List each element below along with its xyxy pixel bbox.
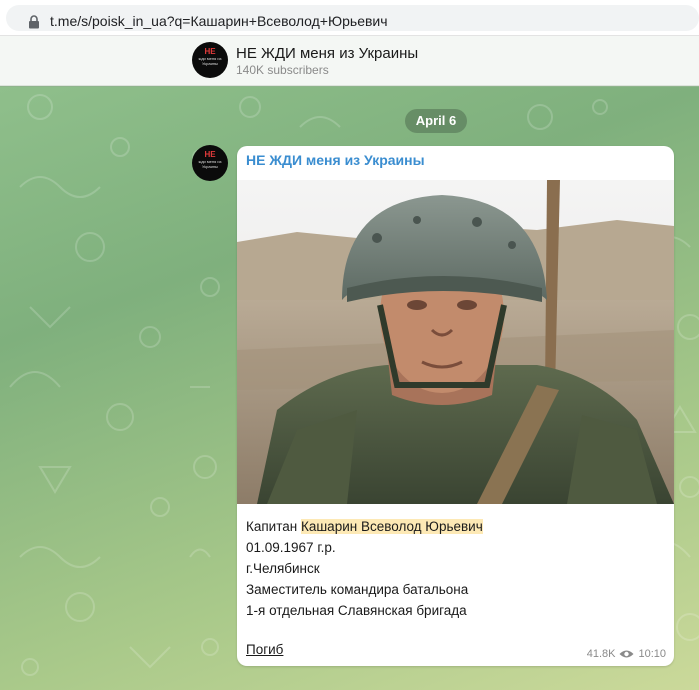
avatar-text-line2: жди меня из Украины	[198, 56, 222, 66]
channel-title[interactable]: НЕ ЖДИ меня из Украины	[236, 45, 418, 62]
caption-city: г.Челябинск	[246, 561, 320, 576]
message-time: 10:10	[638, 648, 666, 660]
message-bubble: НЕ ЖДИ меня из Украины Капитан Кашарин В…	[237, 146, 674, 666]
view-count: 41.8K	[586, 648, 616, 660]
message-author[interactable]: НЕ ЖДИ меня из Украины	[246, 152, 425, 168]
caption-rank-name-line: Капитан Кашарин Всеволод Юрьевич	[246, 516, 666, 537]
message-photo[interactable]	[237, 180, 674, 504]
url-field[interactable]: t.me/s/poisk_in_ua?q=Кашарин+Всеволод+Юр…	[6, 5, 699, 31]
browser-address-bar: t.me/s/poisk_in_ua?q=Кашарин+Всеволод+Юр…	[0, 0, 699, 36]
message-caption: Капитан Кашарин Всеволод Юрьевич 01.09.1…	[246, 516, 666, 621]
caption-birth-date: 01.09.1967 г.р.	[246, 540, 336, 555]
lock-icon[interactable]	[28, 15, 40, 29]
eye-icon	[619, 650, 634, 658]
avatar-text-line1: НЕ	[204, 47, 216, 56]
date-separator: April 6	[405, 109, 467, 133]
avatar-text-line2: жди меня из Украины	[198, 159, 222, 169]
caption-unit: 1-я отдельная Славянская бригада	[246, 603, 467, 618]
channel-avatar[interactable]: НЕ жди меня из Украины	[192, 42, 228, 78]
avatar-text-line1: НЕ	[204, 150, 216, 159]
message-avatar[interactable]: НЕ жди меня из Украины	[192, 145, 228, 181]
caption-name-highlight: Кашарин Всеволод Юрьевич	[300, 519, 483, 534]
url-text[interactable]: t.me/s/poisk_in_ua?q=Кашарин+Всеволод+Юр…	[50, 13, 388, 29]
subscriber-count: 140K subscribers	[236, 63, 329, 77]
message-meta: 41.8K 10:10	[587, 648, 666, 660]
tag-link[interactable]: Погиб	[246, 642, 283, 657]
caption-rank: Капитан	[246, 519, 298, 534]
caption-position: Заместитель командира батальона	[246, 582, 469, 597]
